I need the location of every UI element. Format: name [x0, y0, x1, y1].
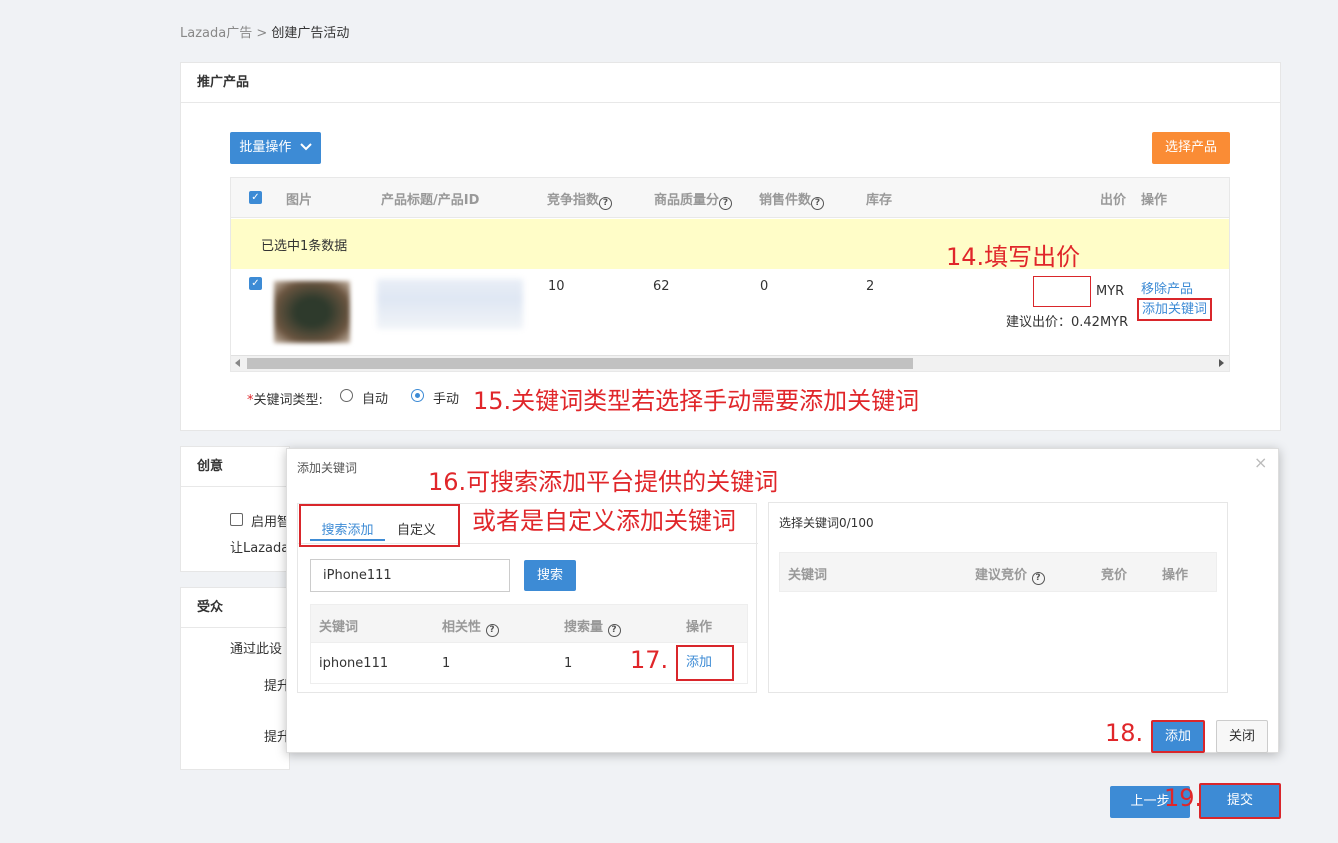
annotation-14: 14.填写出价 — [946, 243, 1081, 271]
selected-count: 选择关键词0/100 — [779, 516, 874, 530]
breadcrumb: Lazada广告 > 创建广告活动 — [180, 22, 349, 41]
product-image — [274, 281, 350, 343]
suggested-bid: 建议出价：0.42MYR — [1006, 315, 1129, 330]
tabs-highlight — [299, 504, 460, 547]
col-stock: 库存 — [866, 193, 893, 208]
chevron-down-icon — [299, 143, 312, 151]
col-quality: 商品质量分? — [654, 189, 733, 210]
row-quality: 62 — [653, 279, 670, 294]
keyword-type-manual-label: 手动 — [433, 392, 460, 407]
batch-operation-button[interactable]: 批量操作 — [230, 132, 321, 164]
col-keyword: 关键词 — [319, 620, 359, 635]
breadcrumb-parent[interactable]: Lazada广告 — [180, 26, 252, 41]
batch-operation-label: 批量操作 — [239, 140, 292, 155]
add-keyword-row-link[interactable]: 添加 — [676, 645, 734, 681]
audience-card-title: 受众 — [181, 588, 289, 628]
keyword-result-table: 关键词 相关性 ? 搜索量 ? 操作 iphone111 1 1 添加 — [310, 604, 748, 684]
product-table: ✓ 图片 产品标题/产品ID 竞争指数? 商品质量分? 销售件数? 库存 出价 … — [230, 177, 1230, 372]
product-card-title: 推广产品 — [181, 63, 1280, 103]
add-keyword-link[interactable]: 添加关键词 — [1137, 298, 1213, 321]
breadcrumb-current: 创建广告活动 — [271, 26, 350, 41]
select-all-checkbox[interactable]: ✓ — [249, 191, 262, 204]
row-stock: 2 — [866, 279, 875, 294]
creative-card-title: 创意 — [181, 447, 289, 487]
modal-add-button[interactable]: 添加 — [1151, 720, 1205, 753]
keyword-type-manual-radio[interactable] — [411, 389, 424, 402]
select-product-button[interactable]: 选择产品 — [1152, 132, 1230, 164]
selected-notice: 已选中1条数据 — [261, 239, 348, 254]
result-keyword: iphone111 — [319, 656, 389, 671]
col-bid-price: 竞价 — [1101, 568, 1128, 583]
keyword-search-input[interactable] — [310, 559, 510, 592]
modal-close-button[interactable]: 关闭 — [1216, 720, 1268, 753]
result-table-header — [311, 605, 747, 643]
bid-input[interactable] — [1033, 276, 1091, 307]
enable-smart-checkbox[interactable] — [230, 513, 243, 526]
help-icon[interactable]: ? — [607, 624, 621, 637]
annotation-15: 15.关键词类型若选择手动需要添加关键词 — [473, 387, 920, 415]
row-checkbox[interactable]: ✓ — [249, 277, 262, 290]
selected-table-header: 关键词 建议竞价 ? 竞价 操作 — [779, 552, 1217, 592]
help-icon[interactable]: ? — [811, 197, 825, 210]
col-action: 操作 — [1141, 193, 1168, 208]
annotation-16-line1: 16.可搜索添加平台提供的关键词 — [428, 468, 779, 496]
creative-text: 让Lazada — [230, 541, 290, 556]
keyword-type-auto-label: 自动 — [362, 392, 389, 407]
col-title: 产品标题/产品ID — [381, 193, 480, 208]
help-icon[interactable]: ? — [1031, 572, 1045, 585]
annotation-19: 19. — [1164, 784, 1203, 812]
table-row: ✓ 10 62 0 2 MYR 建议出价：0.42MYR 移除产品 添加关键词 — [231, 269, 1229, 354]
modal-title: 添加关键词 — [297, 461, 358, 475]
close-icon[interactable]: × — [1254, 453, 1267, 472]
col-relevance: 相关性 ? — [442, 616, 499, 637]
annotation-16-line2: 或者是自定义添加关键词 — [472, 507, 736, 535]
breadcrumb-separator: > — [256, 26, 268, 41]
audience-text: 通过此设 — [230, 642, 283, 657]
search-button[interactable]: 搜索 — [524, 560, 576, 591]
col-selected-keyword: 关键词 — [788, 568, 828, 583]
col-competition: 竞争指数? — [547, 189, 613, 210]
scrollbar-thumb[interactable] — [247, 358, 913, 369]
help-icon[interactable]: ? — [599, 197, 613, 210]
product-title-blurred[interactable] — [377, 279, 523, 329]
annotation-17: 17. — [630, 646, 669, 674]
scroll-left-icon[interactable] — [235, 359, 240, 367]
col-bid: 出价 — [1100, 193, 1127, 208]
col-volume: 搜索量 ? — [564, 616, 621, 637]
scroll-right-icon[interactable] — [1219, 359, 1224, 367]
horizontal-scrollbar[interactable] — [231, 355, 1229, 371]
submit-button[interactable]: 提交 — [1199, 783, 1281, 819]
result-relevance: 1 — [442, 656, 451, 671]
keyword-type-auto-radio[interactable] — [340, 389, 353, 402]
bid-unit: MYR — [1096, 284, 1125, 299]
result-volume: 1 — [564, 656, 573, 671]
enable-smart-label: 启用智 — [251, 515, 291, 530]
col-image: 图片 — [286, 193, 313, 208]
col-suggested-bid: 建议竞价 ? — [975, 564, 1045, 585]
col-sales: 销售件数? — [759, 189, 825, 210]
row-sales: 0 — [760, 279, 769, 294]
col-selected-operation: 操作 — [1162, 568, 1189, 583]
remove-product-link[interactable]: 移除产品 — [1141, 278, 1193, 297]
keyword-type-label: *关键词类型: — [247, 393, 323, 408]
annotation-18: 18. — [1105, 719, 1144, 747]
col-operation: 操作 — [686, 620, 713, 635]
help-icon[interactable]: ? — [485, 624, 499, 637]
row-competition: 10 — [548, 279, 565, 294]
help-icon[interactable]: ? — [719, 197, 733, 210]
selected-keywords-panel: 选择关键词0/100 关键词 建议竞价 ? 竞价 操作 — [768, 502, 1228, 693]
